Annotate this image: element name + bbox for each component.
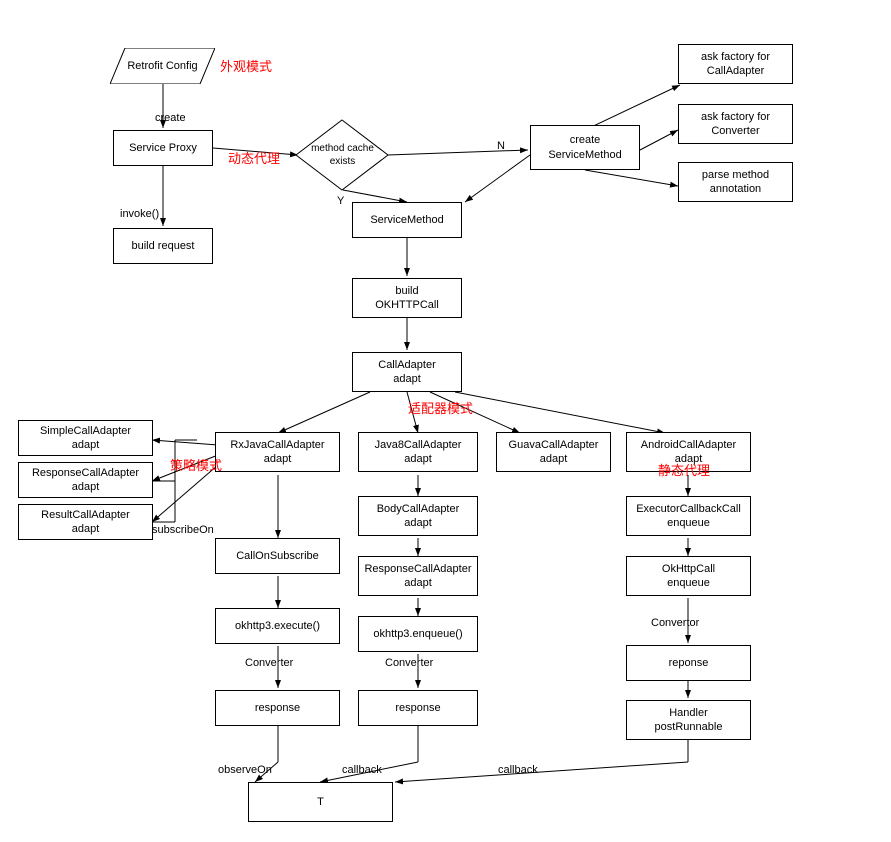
create-service-method-box: createServiceMethod — [530, 125, 640, 170]
body-call-adapter-label: BodyCallAdapteradapt — [377, 502, 460, 531]
parse-method-annotation-box: parse methodannotation — [678, 162, 793, 202]
callback2-label: callback — [498, 764, 538, 776]
guava-box: GuavaCallAdapteradapt — [496, 432, 611, 472]
response-call-adapter2-box: ResponseCallAdapteradapt — [358, 556, 478, 596]
handler-post-runnable-box: HandlerpostRunnable — [626, 700, 751, 740]
call-on-subscribe-label: CallOnSubscribe — [236, 549, 319, 563]
result-call-adapter-label: ResultCallAdapteradapt — [41, 508, 130, 537]
call-adapter-box: CallAdapteradapt — [352, 352, 462, 392]
service-proxy-box: Service Proxy — [113, 130, 213, 166]
ask-factory-converter-label: ask factory forConverter — [701, 110, 770, 139]
body-call-adapter-box: BodyCallAdapteradapt — [358, 496, 478, 536]
response-left-label: response — [255, 701, 300, 715]
rxjava-label: RxJavaCallAdapteradapt — [230, 438, 324, 467]
dongtai-label: 动态代理 — [228, 148, 280, 167]
okhttp3-execute-box: okhttp3.execute() — [215, 608, 340, 644]
retrofit-config-box: Retrofit Config — [110, 48, 215, 84]
service-method-box: ServiceMethod — [352, 202, 462, 238]
okhttp-call-enqueue-box: OkHttpCallenqueue — [626, 556, 751, 596]
service-method-label: ServiceMethod — [370, 213, 443, 227]
result-call-adapter-box: ResultCallAdapteradapt — [18, 504, 153, 540]
simple-call-adapter-box: SimpleCallAdapteradapt — [18, 420, 153, 456]
converter-left-label: Converter — [245, 657, 293, 669]
parse-method-annotation-label: parse methodannotation — [702, 168, 769, 197]
reponse-right-label: reponse — [669, 656, 709, 670]
response-call-adapter2-label: ResponseCallAdapteradapt — [364, 562, 471, 591]
y-label: Y — [337, 195, 344, 207]
observe-on-label: observeOn — [218, 764, 272, 776]
call-on-subscribe-box: CallOnSubscribe — [215, 538, 340, 574]
service-proxy-label: Service Proxy — [129, 141, 197, 155]
build-okhttp-label: buildOKHTTPCall — [375, 284, 439, 313]
invoke-label: invoke() — [120, 208, 159, 220]
ask-factory-converter-box: ask factory forConverter — [678, 104, 793, 144]
ask-factory-calladapter-label: ask factory forCallAdapter — [701, 50, 770, 79]
rxjava-box: RxJavaCallAdapteradapt — [215, 432, 340, 472]
retrofit-config-label: Retrofit Config — [127, 60, 197, 72]
convertor-right-label: Convertor — [651, 617, 699, 629]
java8-label: Java8CallAdapteradapt — [375, 438, 462, 467]
okhttp3-enqueue-label: okhttp3.enqueue() — [373, 627, 462, 641]
build-request-box: build request — [113, 228, 213, 264]
build-okhttp-box: buildOKHTTPCall — [352, 278, 462, 318]
reponse-right-box: reponse — [626, 645, 751, 681]
celue-label: 策略模式 — [170, 455, 222, 474]
create-label: create — [155, 112, 186, 124]
handler-post-runnable-label: HandlerpostRunnable — [655, 706, 723, 735]
peiqiqi-label: 适配器模式 — [408, 398, 473, 417]
t-label: T — [317, 795, 324, 809]
converter-middle-label: Converter — [385, 657, 433, 669]
n-label: N — [497, 140, 505, 152]
waiguan-label: 外观模式 — [220, 56, 272, 75]
t-box: T — [248, 782, 393, 822]
okhttp3-enqueue-box: okhttp3.enqueue() — [358, 616, 478, 652]
okhttp3-execute-label: okhttp3.execute() — [235, 619, 320, 633]
method-cache-diamond: method cacheexists — [295, 118, 390, 192]
call-adapter-label: CallAdapteradapt — [378, 358, 435, 387]
ask-factory-calladapter-box: ask factory forCallAdapter — [678, 44, 793, 84]
diagram-container: Retrofit Config Service Proxy build requ… — [0, 0, 891, 842]
method-cache-label: method cacheexists — [295, 118, 390, 192]
response-middle-label: response — [395, 701, 440, 715]
response-left-box: response — [215, 690, 340, 726]
executor-callback-box: ExecutorCallbackCallenqueue — [626, 496, 751, 536]
guava-label: GuavaCallAdapteradapt — [509, 438, 599, 467]
okhttp-call-enqueue-label: OkHttpCallenqueue — [662, 562, 715, 591]
response-call-adapter-box: ResponseCallAdapteradapt — [18, 462, 153, 498]
build-request-label: build request — [132, 239, 195, 253]
callback1-label: callback — [342, 764, 382, 776]
subscribe-on-label: subscribeOn — [152, 524, 214, 536]
create-service-method-label: createServiceMethod — [548, 133, 621, 162]
executor-callback-label: ExecutorCallbackCallenqueue — [636, 502, 741, 531]
response-call-adapter-label: ResponseCallAdapteradapt — [32, 466, 139, 495]
simple-call-adapter-label: SimpleCallAdapteradapt — [40, 424, 131, 453]
response-middle-box: response — [358, 690, 478, 726]
java8-box: Java8CallAdapteradapt — [358, 432, 478, 472]
jingtai-label: 静态代理 — [658, 460, 710, 479]
